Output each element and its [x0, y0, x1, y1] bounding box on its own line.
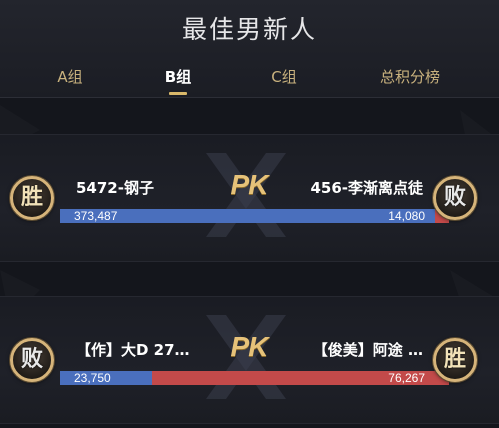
- left-player-name[interactable]: 【作】大D 27…: [76, 339, 204, 360]
- match-card[interactable]: PK 【作】大D 27… 【俊美】阿途 … 23,750 76,267 败 胜: [0, 296, 499, 424]
- right-score: 76,267: [388, 371, 425, 385]
- lose-badge-icon: 败: [10, 338, 54, 382]
- page-title: 最佳男新人: [181, 15, 317, 44]
- right-player-name[interactable]: 456-李渐离点徒: [283, 177, 423, 198]
- tab-overall[interactable]: 总积分榜: [365, 66, 455, 98]
- tab-label: A组: [57, 68, 83, 86]
- tab-b[interactable]: B组: [153, 66, 203, 98]
- active-tab-indicator: [169, 92, 187, 95]
- score-bar: 23,750 76,267: [60, 371, 449, 385]
- left-player-name[interactable]: 5472-钢子: [76, 177, 216, 198]
- tab-label: 总积分榜: [379, 68, 440, 86]
- pk-label: PK: [230, 169, 269, 200]
- right-score: 14,080: [388, 209, 425, 223]
- tab-label: C组: [271, 68, 297, 86]
- left-score: 23,750: [74, 371, 111, 385]
- tab-c[interactable]: C组: [259, 66, 309, 98]
- score-bar: 373,487 14,080: [60, 209, 449, 223]
- win-badge-icon: 胜: [10, 176, 54, 220]
- tab-bar: A组 B组 C组 总积分榜: [0, 66, 499, 98]
- tab-label: B组: [164, 68, 192, 86]
- pk-label: PK: [230, 331, 269, 362]
- left-score: 373,487: [74, 209, 118, 223]
- match-card[interactable]: PK 5472-钢子 456-李渐离点徒 373,487 14,080 胜 败: [0, 134, 499, 262]
- header: 最佳男新人 A组 B组 C组 总积分榜: [0, 0, 499, 98]
- lose-badge-icon: 败: [433, 176, 477, 220]
- win-badge-icon: 胜: [433, 338, 477, 382]
- tab-a[interactable]: A组: [45, 66, 95, 98]
- right-player-name[interactable]: 【俊美】阿途 …: [295, 339, 423, 360]
